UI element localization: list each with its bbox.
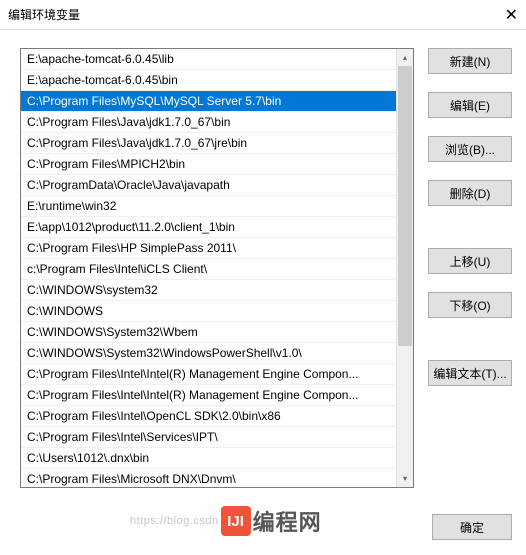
list-item[interactable]: C:\Program Files\MySQL\MySQL Server 5.7\… xyxy=(21,91,396,112)
window-title: 编辑环境变量 xyxy=(8,6,80,23)
list-item[interactable]: C:\Program Files\Intel\OpenCL SDK\2.0\bi… xyxy=(21,406,396,427)
list-item[interactable]: C:\Program Files\Java\jdk1.7.0_67\jre\bi… xyxy=(21,133,396,154)
list-item[interactable]: c:\Program Files\Intel\iCLS Client\ xyxy=(21,259,396,280)
scroll-up-icon[interactable]: ▴ xyxy=(397,49,413,66)
edittext-button[interactable]: 编辑文本(T)... xyxy=(428,360,512,386)
list-item[interactable]: E:\runtime\win32 xyxy=(21,196,396,217)
list-item[interactable]: C:\Program Files\Intel\Intel(R) Manageme… xyxy=(21,385,396,406)
watermark-logo-icon: IJI xyxy=(221,506,251,536)
list-item[interactable]: C:\WINDOWS\System32\WindowsPowerShell\v1… xyxy=(21,343,396,364)
list-item[interactable]: C:\Program Files\Microsoft DNX\Dnvm\ xyxy=(21,469,396,487)
list-item[interactable]: E:\app\1012\product\11.2.0\client_1\bin xyxy=(21,217,396,238)
list-item[interactable]: C:\Program Files\Java\jdk1.7.0_67\bin xyxy=(21,112,396,133)
movedown-button[interactable]: 下移(O) xyxy=(428,292,512,318)
watermark: https://blog.csdn IJI 编程网 xyxy=(130,505,322,537)
list-item[interactable]: C:\Users\1012\.dnx\bin xyxy=(21,448,396,469)
list-item[interactable]: C:\WINDOWS\System32\Wbem xyxy=(21,322,396,343)
scroll-thumb[interactable] xyxy=(398,66,412,346)
close-icon[interactable]: ✕ xyxy=(488,5,518,25)
list-item[interactable]: C:\WINDOWS\system32 xyxy=(21,280,396,301)
new-button[interactable]: 新建(N) xyxy=(428,48,512,74)
moveup-button[interactable]: 上移(U) xyxy=(428,248,512,274)
list-item[interactable]: E:\apache-tomcat-6.0.45\bin xyxy=(21,70,396,91)
content-area: E:\apache-tomcat-6.0.45\libE:\apache-tom… xyxy=(0,30,526,498)
list-item[interactable]: C:\ProgramData\Oracle\Java\javapath xyxy=(21,175,396,196)
delete-button[interactable]: 删除(D) xyxy=(428,180,512,206)
browse-button[interactable]: 浏览(B)... xyxy=(428,136,512,162)
path-listbox[interactable]: E:\apache-tomcat-6.0.45\libE:\apache-tom… xyxy=(20,48,414,488)
list-item[interactable]: C:\Program Files\Intel\Services\IPT\ xyxy=(21,427,396,448)
list-item[interactable]: C:\Program Files\HP SimplePass 2011\ xyxy=(21,238,396,259)
watermark-brand: 编程网 xyxy=(253,505,322,537)
list-item[interactable]: C:\Program Files\MPICH2\bin xyxy=(21,154,396,175)
titlebar: 编辑环境变量 ✕ xyxy=(0,0,526,30)
ok-button[interactable]: 确定 xyxy=(432,514,512,540)
scrollbar[interactable]: ▴ ▾ xyxy=(396,49,413,487)
list-item[interactable]: C:\Program Files\Intel\Intel(R) Manageme… xyxy=(21,364,396,385)
edit-button[interactable]: 编辑(E) xyxy=(428,92,512,118)
footer: 确定 xyxy=(432,514,512,540)
button-column: 新建(N) 编辑(E) 浏览(B)... 删除(D) 上移(U) 下移(O) 编… xyxy=(428,48,512,488)
scroll-down-icon[interactable]: ▾ xyxy=(397,470,413,487)
list-inner: E:\apache-tomcat-6.0.45\libE:\apache-tom… xyxy=(21,49,396,487)
list-item[interactable]: C:\WINDOWS xyxy=(21,301,396,322)
watermark-url: https://blog.csdn xyxy=(130,515,219,527)
list-item[interactable]: E:\apache-tomcat-6.0.45\lib xyxy=(21,49,396,70)
